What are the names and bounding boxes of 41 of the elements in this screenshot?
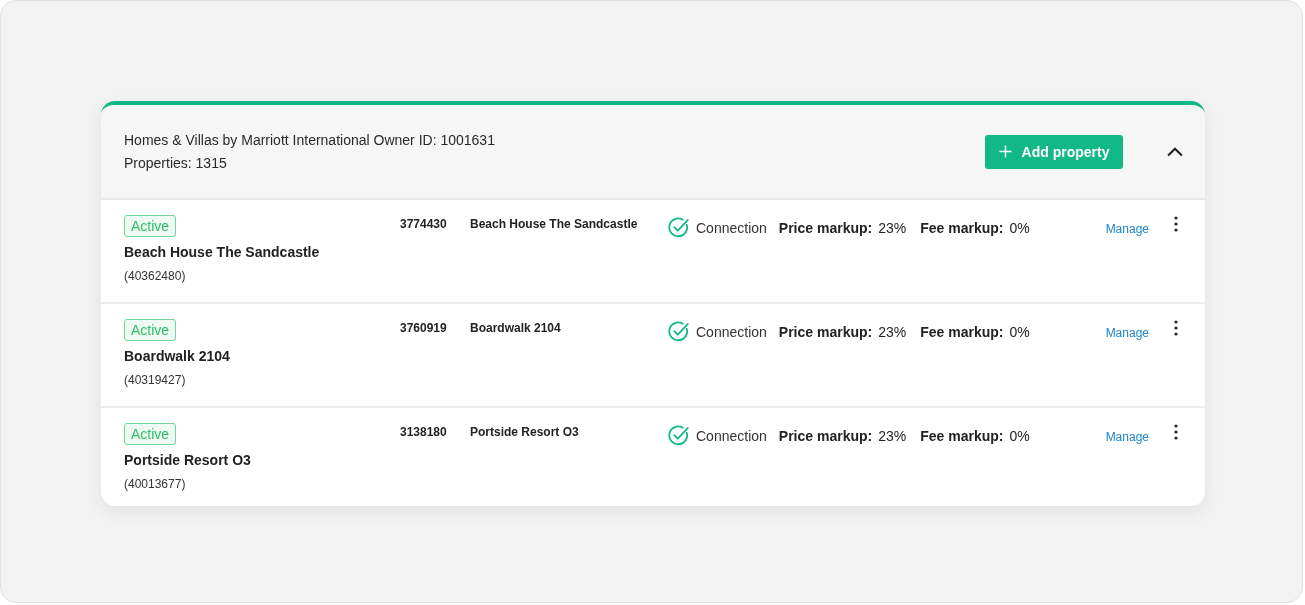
listing-code: 3760919 bbox=[400, 321, 448, 335]
more-options-button[interactable] bbox=[1174, 216, 1180, 232]
price-markup-label: Price markup: bbox=[778, 323, 873, 340]
fee-markup-label: Fee markup: bbox=[920, 219, 1004, 236]
status-badge: Active bbox=[124, 319, 177, 341]
more-options-button[interactable] bbox=[1174, 320, 1180, 336]
listing-code: 3138180 bbox=[400, 425, 448, 439]
connection-label: Connection bbox=[696, 427, 767, 444]
price-markup-label: Price markup: bbox=[778, 427, 873, 444]
fee-markup-label: Fee markup: bbox=[920, 323, 1004, 340]
fee-markup-label: Fee markup: bbox=[920, 427, 1004, 444]
property-id: (40362480) bbox=[124, 269, 186, 283]
price-markup-value: 23% bbox=[878, 427, 907, 444]
manage-link[interactable]: Manage bbox=[1105, 326, 1149, 340]
plus-icon bbox=[998, 145, 1012, 158]
connection-label: Connection bbox=[696, 219, 767, 236]
fee-markup-value: 0% bbox=[1009, 427, 1030, 444]
add-property-button[interactable]: Add property bbox=[985, 134, 1123, 169]
fee-markup-value: 0% bbox=[1009, 219, 1030, 236]
price-markup-value: 23% bbox=[878, 219, 907, 236]
property-name: Portside Resort O3 bbox=[124, 452, 251, 469]
property-id: (40319427) bbox=[124, 373, 186, 387]
price-markup-label: Price markup: bbox=[778, 219, 873, 236]
listing-name: Boardwalk 2104 bbox=[470, 321, 562, 335]
property-id: (40013677) bbox=[124, 477, 186, 491]
listing-code: 3774430 bbox=[400, 217, 448, 231]
owner-title: Homes & Villas by Marriott International Owner ID: 1001631 bbox=[124, 131, 496, 149]
fee-markup-value: 0% bbox=[1009, 323, 1030, 340]
status-badge: Active bbox=[124, 423, 177, 445]
listing-name: Portside Resort O3 bbox=[470, 425, 580, 439]
properties-count: Properties: 1315 bbox=[124, 154, 228, 172]
property-name: Boardwalk 2104 bbox=[124, 348, 230, 365]
manage-link[interactable]: Manage bbox=[1105, 222, 1149, 236]
connection-label: Connection bbox=[696, 323, 767, 340]
more-options-button[interactable] bbox=[1174, 424, 1180, 440]
status-badge: Active bbox=[124, 215, 177, 237]
listing-name: Beach House The Sandcastle bbox=[470, 217, 639, 231]
price-markup-value: 23% bbox=[878, 323, 907, 340]
manage-link[interactable]: Manage bbox=[1105, 430, 1149, 444]
property-name: Beach House The Sandcastle bbox=[124, 244, 320, 261]
collapse-button[interactable] bbox=[1167, 146, 1183, 157]
